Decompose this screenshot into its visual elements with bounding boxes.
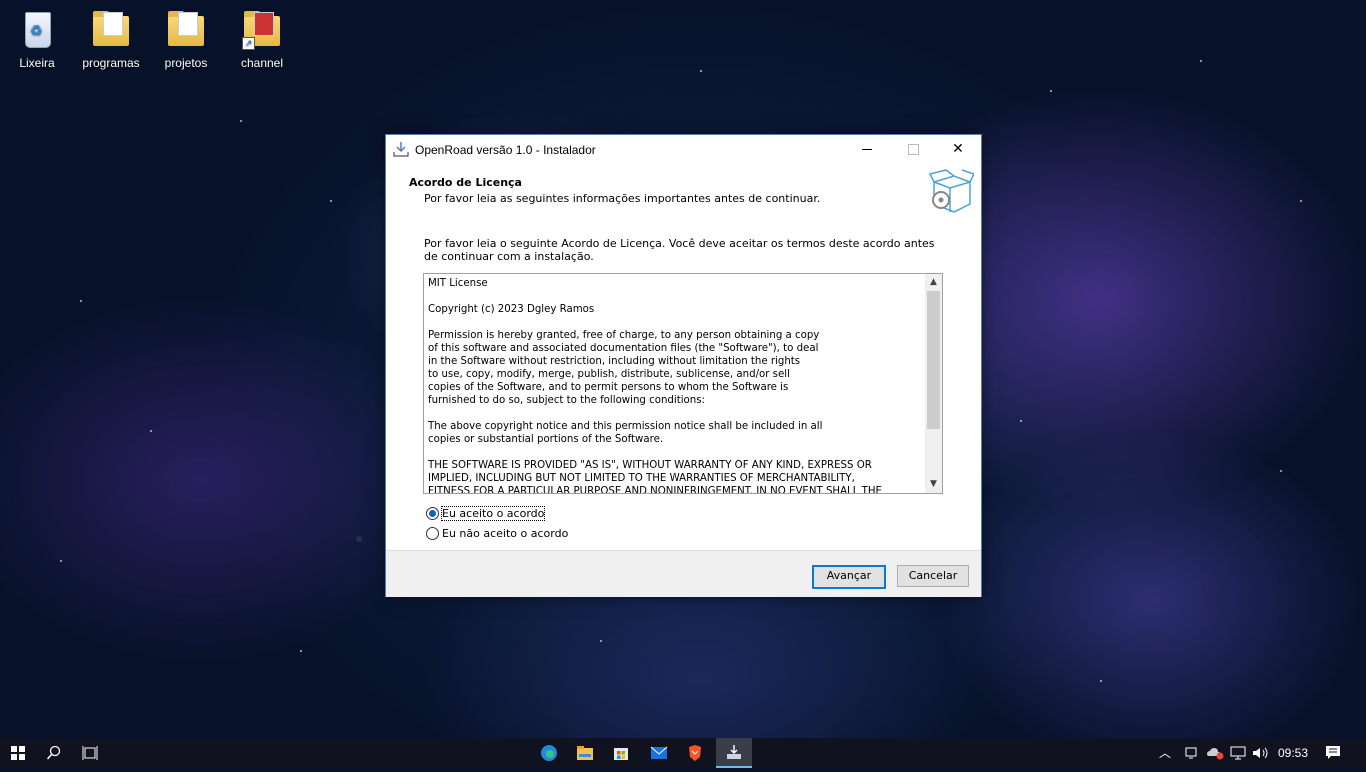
recycle-bin-icon: ♻: [17, 8, 57, 52]
page-subtitle: Por favor leia as seguintes informações …: [424, 192, 821, 205]
mail-icon: [650, 746, 668, 759]
tray-device-button[interactable]: [1180, 738, 1202, 768]
shortcut-arrow-icon: ↗: [242, 37, 255, 50]
edge-taskbar-button[interactable]: [531, 738, 567, 768]
edge-icon: [541, 745, 557, 761]
maximize-button: [890, 135, 936, 164]
file-explorer-taskbar-button[interactable]: [567, 738, 603, 768]
next-button[interactable]: Avançar: [812, 565, 886, 589]
task-view-icon: [82, 746, 98, 760]
taskbar: ︿ 09:53: [0, 738, 1366, 768]
chevron-up-icon: ︿: [1158, 746, 1171, 760]
desktop-icon-programas[interactable]: programas: [76, 8, 146, 70]
minimize-button[interactable]: [844, 135, 890, 164]
volume-button[interactable]: [1249, 738, 1271, 768]
installer-window: OpenRoad versão 1.0 - Instalador ✕ Acord…: [385, 134, 982, 597]
close-button[interactable]: ✕: [935, 135, 981, 164]
folder-shortcut-icon: ↗: [242, 8, 282, 52]
radio-decline[interactable]: Eu não aceito o acordo: [426, 525, 568, 541]
radio-accept-indicator[interactable]: [426, 506, 439, 520]
license-text: MIT License Copyright (c) 2023 Dgley Ram…: [428, 278, 882, 494]
store-taskbar-button[interactable]: [603, 738, 639, 768]
desktop-icon-label: programas: [82, 56, 140, 70]
start-button[interactable]: [0, 738, 36, 768]
radio-decline-label[interactable]: Eu não aceito o acordo: [442, 527, 568, 540]
search-button[interactable]: [36, 738, 72, 768]
folder-icon: [91, 8, 131, 52]
installer-box-icon: [928, 168, 976, 218]
network-icon: [1230, 746, 1246, 760]
brave-taskbar-button[interactable]: [677, 738, 713, 768]
scroll-down-icon[interactable]: ▼: [925, 476, 942, 493]
radio-accept-label[interactable]: Eu aceito o acordo: [440, 505, 546, 521]
cancel-button[interactable]: Cancelar: [897, 565, 969, 587]
action-center-button[interactable]: [1316, 738, 1350, 768]
desktop-icon-channel[interactable]: ↗ channel: [227, 8, 297, 70]
volume-icon: [1253, 747, 1268, 759]
device-icon: [1185, 747, 1197, 759]
network-button[interactable]: [1227, 738, 1249, 768]
installer-download-icon: [393, 141, 409, 157]
radio-decline-indicator[interactable]: [426, 526, 439, 540]
license-text-box[interactable]: MIT License Copyright (c) 2023 Dgley Ram…: [423, 273, 943, 494]
installer-taskbar-button[interactable]: [716, 738, 752, 768]
mail-taskbar-button[interactable]: [641, 738, 677, 768]
scroll-thumb[interactable]: [927, 291, 940, 429]
show-hidden-icons-button[interactable]: ︿: [1148, 738, 1182, 768]
desktop-icon-label: channel: [240, 56, 284, 70]
store-icon: [614, 748, 628, 760]
tray-onedrive-button[interactable]: [1203, 738, 1227, 768]
desktop-icon-label: projetos: [164, 56, 208, 70]
scroll-up-icon[interactable]: ▲: [925, 274, 942, 291]
close-icon: ✕: [952, 141, 964, 157]
page-title: Acordo de Licença: [409, 176, 522, 189]
radio-accept[interactable]: Eu aceito o acordo: [426, 505, 546, 521]
task-view-button[interactable]: [72, 738, 108, 768]
search-icon: [46, 745, 61, 760]
folder-icon: [166, 8, 206, 52]
button-bar: Avançar Cancelar: [386, 550, 981, 597]
taskbar-clock[interactable]: 09:53: [1270, 738, 1316, 768]
vertical-scrollbar[interactable]: ▲ ▼: [925, 274, 942, 493]
title-bar[interactable]: OpenRoad versão 1.0 - Instalador ✕: [386, 135, 981, 164]
cloud-error-icon: [1207, 748, 1224, 760]
notification-icon: [1326, 746, 1340, 759]
maximize-icon: [907, 143, 919, 155]
desktop-icon-recycle-bin[interactable]: ♻ Lixeira: [2, 8, 72, 70]
file-explorer-icon: [577, 746, 593, 760]
windows-start-icon: [11, 746, 25, 760]
installer-icon: [727, 745, 741, 759]
minimize-icon: [862, 148, 872, 150]
desktop-icon-label: Lixeira: [19, 56, 55, 70]
desktop-icon-projetos[interactable]: projetos: [151, 8, 221, 70]
brave-icon: [689, 745, 701, 761]
window-title: OpenRoad versão 1.0 - Instalador: [415, 143, 596, 157]
license-instructions: Por favor leia o seguinte Acordo de Lice…: [424, 237, 935, 263]
